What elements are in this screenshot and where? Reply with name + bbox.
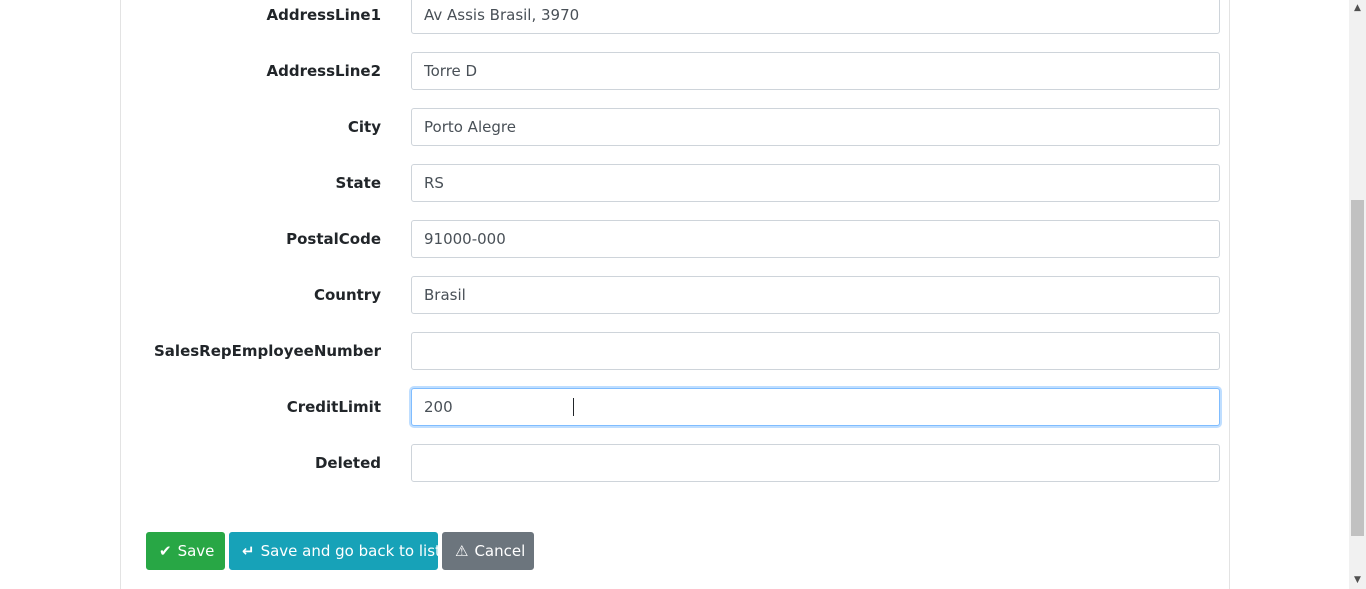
city-label: City	[347, 118, 381, 136]
warning-icon: ⚠	[455, 541, 469, 560]
form-row-postalcode: PostalCode	[121, 220, 1231, 258]
text-cursor	[573, 398, 574, 416]
form-row-addressline2: AddressLine2	[121, 52, 1231, 90]
deleted-label: Deleted	[314, 454, 381, 472]
deleted-input[interactable]	[411, 444, 1220, 482]
check-icon: ✔	[159, 541, 172, 560]
addressline1-label: AddressLine1	[266, 6, 382, 24]
form-row-state: State	[121, 164, 1231, 202]
cancel-button[interactable]: ⚠ Cancel	[442, 532, 534, 570]
scroll-up-arrow-icon[interactable]: ▲	[1349, 0, 1366, 17]
scroll-down-arrow-icon[interactable]: ▼	[1349, 572, 1366, 589]
form-row-addressline1: AddressLine1	[121, 0, 1231, 34]
form-row-salesrepemployeenumber: SalesRepEmployeeNumber	[121, 332, 1231, 370]
creditlimit-label: CreditLimit	[286, 398, 381, 416]
cancel-button-label: Cancel	[474, 542, 526, 560]
form-row-city: City	[121, 108, 1231, 146]
country-label: Country	[313, 286, 381, 304]
salesrepemployeenumber-label: SalesRepEmployeeNumber	[154, 342, 381, 360]
edit-form-card: AddressLine1 AddressLine2 City State Pos…	[120, 0, 1230, 589]
save-and-back-button[interactable]: ↵ Save and go back to list	[229, 532, 441, 570]
addressline2-label: AddressLine2	[266, 62, 382, 80]
salesrepemployeenumber-input[interactable]	[411, 332, 1220, 370]
save-button-label: Save	[177, 542, 215, 560]
country-input[interactable]	[411, 276, 1220, 314]
addressline2-input[interactable]	[411, 52, 1220, 90]
postalcode-label: PostalCode	[286, 230, 381, 248]
postalcode-input[interactable]	[411, 220, 1220, 258]
save-and-back-button-label: Save and go back to list	[260, 542, 441, 560]
addressline1-input[interactable]	[411, 0, 1220, 34]
scroll-thumb[interactable]	[1351, 200, 1364, 536]
state-input[interactable]	[411, 164, 1220, 202]
form-row-country: Country	[121, 276, 1231, 314]
page: AddressLine1 AddressLine2 City State Pos…	[0, 0, 1366, 589]
save-button[interactable]: ✔ Save	[146, 532, 225, 570]
form-row-deleted: Deleted	[121, 444, 1231, 482]
vertical-scrollbar[interactable]: ▲ ▼	[1349, 0, 1366, 589]
return-arrow-icon: ↵	[242, 541, 255, 560]
form-row-creditlimit: CreditLimit	[121, 388, 1231, 426]
creditlimit-input[interactable]	[411, 388, 1220, 426]
city-input[interactable]	[411, 108, 1220, 146]
state-label: State	[335, 174, 381, 192]
